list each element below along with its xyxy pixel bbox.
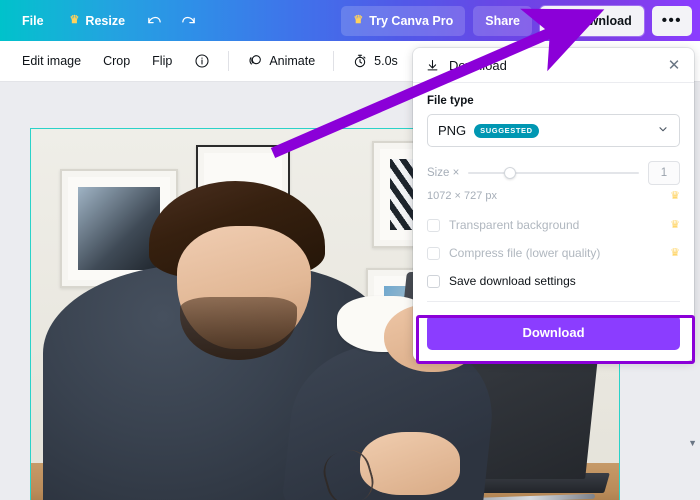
stopwatch-icon [354, 54, 366, 68]
crown-icon: ♛ [69, 14, 80, 26]
info-button[interactable] [184, 46, 220, 76]
redo-button[interactable] [171, 6, 205, 36]
file-menu-label: File [22, 13, 44, 28]
info-circle-icon [195, 54, 209, 68]
slider-handle[interactable] [504, 167, 517, 179]
resize-label: Resize [85, 13, 126, 28]
download-submit-button[interactable]: Download [427, 315, 680, 350]
download-arrow-icon [427, 59, 438, 70]
size-label: Size × [427, 167, 460, 179]
toolbar-divider [228, 51, 230, 71]
download-panel: Download ✕ File type PNG SUGGESTED Size … [413, 48, 694, 361]
option-save-download-settings[interactable]: Save download settings [427, 274, 680, 288]
download-button-wrapper: Download [413, 304, 694, 353]
duration-label: 5.0s [374, 54, 398, 68]
size-control-row: Size × 1 [427, 161, 680, 185]
animate-label: Animate [269, 54, 316, 68]
option-label: Compress file (lower quality) [449, 246, 601, 260]
crop-button[interactable]: Crop [93, 46, 140, 76]
download-submit-label: Download [522, 325, 585, 340]
checkbox[interactable] [427, 246, 440, 260]
flip-button[interactable]: Flip [142, 46, 182, 76]
undo-arrow-icon [147, 16, 161, 24]
download-button-topbar[interactable]: Download [540, 5, 644, 36]
crown-icon: ♛ [353, 14, 364, 26]
file-type-select[interactable]: PNG SUGGESTED [427, 114, 680, 147]
crown-icon: ♛ [670, 218, 680, 231]
crop-label: Crop [103, 54, 131, 68]
share-button[interactable]: Share [473, 5, 533, 36]
size-slider[interactable] [468, 166, 639, 180]
dimensions-text: 1072 × 727 px [427, 190, 498, 202]
resize-button[interactable]: ♛ Resize [58, 6, 137, 36]
duration-button[interactable]: 5.0s [342, 46, 408, 76]
close-icon[interactable]: ✕ [666, 58, 682, 73]
panel-divider [427, 301, 680, 302]
person-beard [180, 296, 297, 361]
more-options-button[interactable]: ••• [651, 5, 692, 36]
animate-button[interactable]: Animate [237, 46, 325, 76]
chevron-down-icon [657, 123, 669, 138]
download-panel-body: File type PNG SUGGESTED Size × 1 1072 × … [413, 83, 694, 304]
crown-icon: ♛ [670, 246, 680, 259]
file-type-label: File type [427, 95, 474, 107]
file-menu-button[interactable]: File [8, 6, 58, 36]
try-canva-pro-label: Try Canva Pro [369, 13, 454, 28]
canva-editor-window: File ♛ Resize ♛ Try Canva Pro Share Down… [0, 0, 700, 500]
dimensions-row: 1072 × 727 px ♛ [427, 190, 680, 202]
undo-button[interactable] [137, 6, 171, 36]
option-compress-file[interactable]: Compress file (lower quality) ♛ [427, 246, 680, 260]
checkbox[interactable] [427, 274, 440, 288]
option-label: Save download settings [449, 274, 576, 288]
option-transparent-background[interactable]: Transparent background ♛ [427, 218, 680, 232]
download-panel-header: Download ✕ [413, 48, 694, 83]
animate-icon [249, 55, 262, 65]
more-options-label: ••• [661, 12, 682, 29]
flip-label: Flip [152, 54, 173, 68]
edit-image-button[interactable]: Edit image [12, 46, 91, 76]
redo-arrow-icon [181, 16, 195, 24]
download-panel-title: Download [449, 57, 507, 73]
download-label: Download [572, 13, 632, 28]
download-arrow-icon [554, 15, 564, 26]
suggested-badge: SUGGESTED [474, 123, 539, 138]
toolbar-divider [333, 51, 335, 71]
try-canva-pro-button[interactable]: ♛ Try Canva Pro [341, 5, 466, 36]
person-head [148, 180, 325, 368]
size-value-input[interactable]: 1 [648, 161, 680, 185]
share-label: Share [485, 13, 521, 28]
edit-image-label: Edit image [22, 54, 82, 68]
checkbox[interactable] [427, 218, 440, 232]
top-navigation-bar: File ♛ Resize ♛ Try Canva Pro Share Down… [0, 0, 700, 41]
crown-icon: ♛ [670, 189, 680, 202]
file-type-value: PNG [438, 123, 467, 138]
option-label: Transparent background [449, 218, 580, 232]
scroll-indicator[interactable]: ▼ [688, 438, 697, 448]
slider-track [468, 172, 639, 174]
person-hand-on-keyboard [360, 431, 461, 496]
